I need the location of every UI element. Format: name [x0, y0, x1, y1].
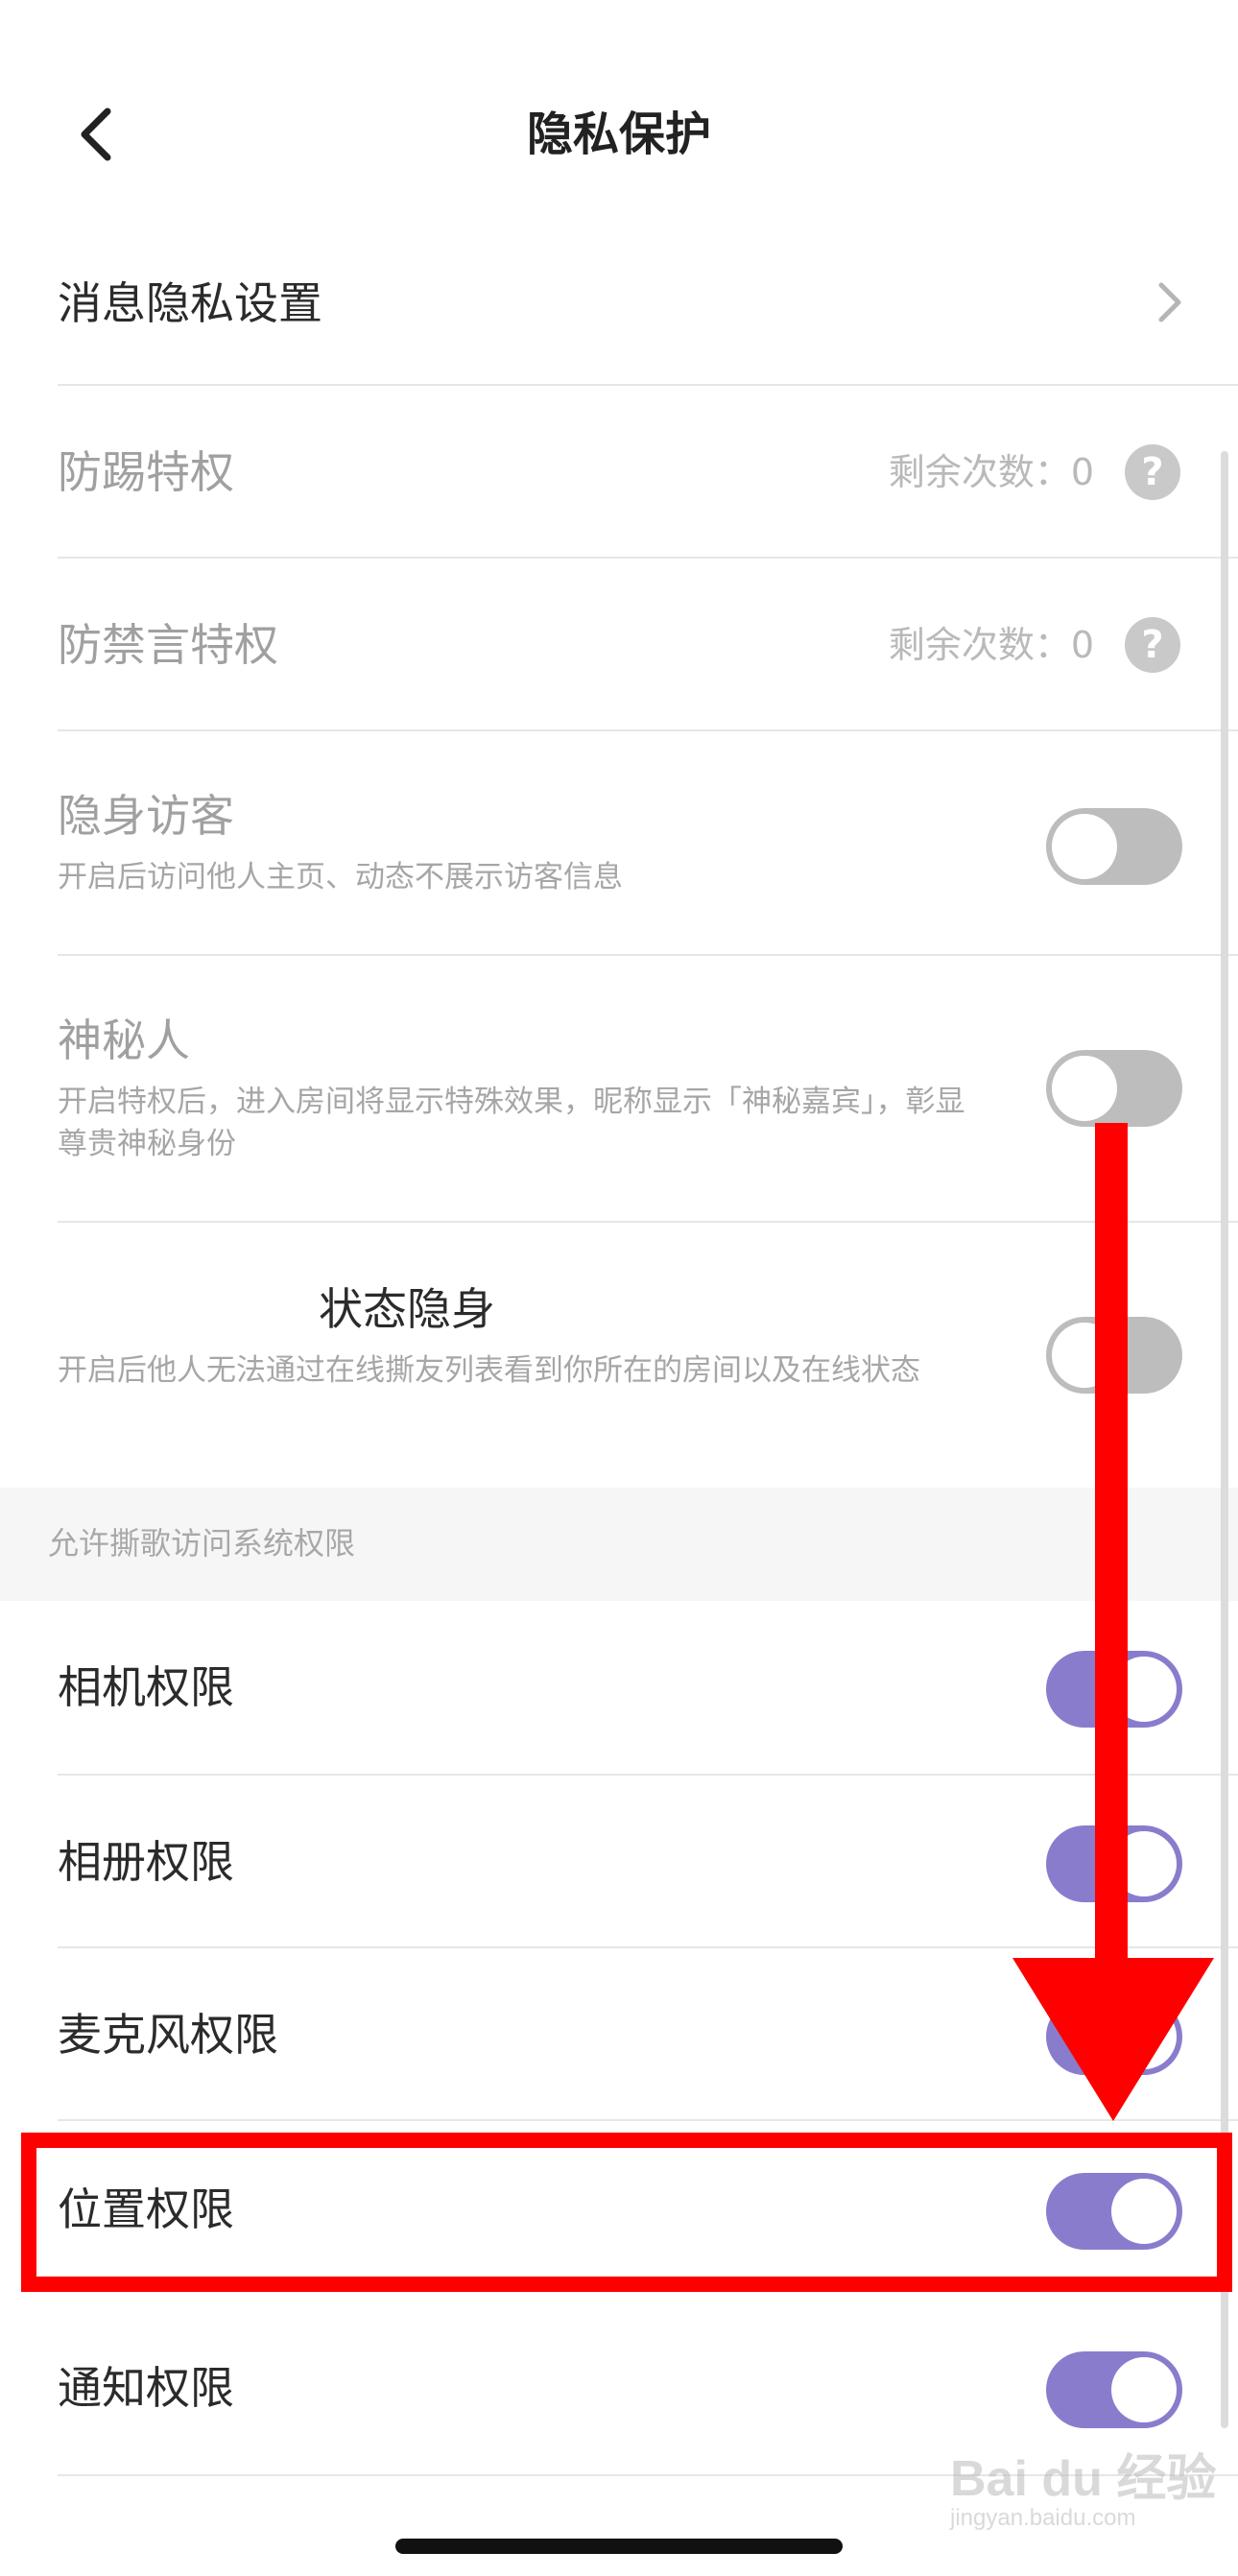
invisible-visitor-toggle[interactable]	[1046, 808, 1182, 885]
annotation-highlight-box	[21, 2133, 1232, 2292]
mystery-person-desc: 开启特权后，进入房间将显示特殊效果，昵称显示「神秘嘉宾」，彰显尊贵神秘身份	[58, 1085, 965, 1161]
toggle-knob	[1052, 1056, 1117, 1121]
mystery-person-label: 神秘人	[58, 1014, 190, 1066]
watermark: Bai du 经验 jingyan.baidu.com	[940, 2438, 1228, 2543]
annotation-arrow-icon	[1012, 1123, 1214, 2121]
page-title: 隐私保护	[526, 107, 711, 161]
invisible-visitor-label: 隐身访客	[58, 790, 234, 842]
anti-kick-row: 防踢特权 剩余次数：0 ?	[58, 386, 1238, 559]
invisible-visitor-desc: 开启后访问他人主页、动态不展示访客信息	[58, 860, 623, 894]
camera-permission-label: 相机权限	[58, 1661, 234, 1713]
privacy-settings-screen: 隐私保护 消息隐私设置 防踢特权 剩余次数：0 ? 防禁言特权 剩余次数：0 ?…	[0, 0, 1238, 2576]
notification-permission-toggle[interactable]	[1046, 2351, 1182, 2428]
anti-kick-count: 剩余次数：0	[888, 451, 1094, 493]
toggle-knob	[1111, 2357, 1177, 2422]
anti-mute-row: 防禁言特权 剩余次数：0 ?	[58, 559, 1238, 731]
microphone-permission-label: 麦克风权限	[58, 2009, 278, 2061]
status-invisible-label: 状态隐身	[319, 1283, 495, 1335]
album-permission-label: 相册权限	[58, 1836, 234, 1888]
message-privacy-label: 消息隐私设置	[58, 277, 322, 329]
message-privacy-row[interactable]: 消息隐私设置	[58, 221, 1238, 386]
home-indicator[interactable]	[395, 2539, 843, 2554]
section-header-label: 允许撕歌访问系统权限	[48, 1525, 356, 1562]
anti-kick-label: 防踢特权	[58, 446, 234, 498]
question-circle-icon[interactable]: ?	[1125, 444, 1180, 500]
notification-permission-label: 通知权限	[58, 2362, 234, 2414]
invisible-visitor-row: 隐身访客 开启后访问他人主页、动态不展示访客信息	[58, 731, 1238, 956]
anti-mute-label: 防禁言特权	[58, 619, 278, 671]
anti-mute-count: 剩余次数：0	[888, 624, 1094, 666]
toggle-knob	[1052, 814, 1117, 879]
status-invisible-desc: 开启后他人无法通过在线撕友列表看到你所在的房间以及在线状态	[58, 1353, 920, 1388]
chevron-right-icon	[1158, 282, 1181, 322]
watermark-logo: Bai du 经验	[950, 2451, 1217, 2507]
question-circle-icon[interactable]: ?	[1125, 617, 1180, 673]
mystery-person-toggle[interactable]	[1046, 1050, 1182, 1127]
watermark-url: jingyan.baidu.com	[950, 2505, 1136, 2531]
